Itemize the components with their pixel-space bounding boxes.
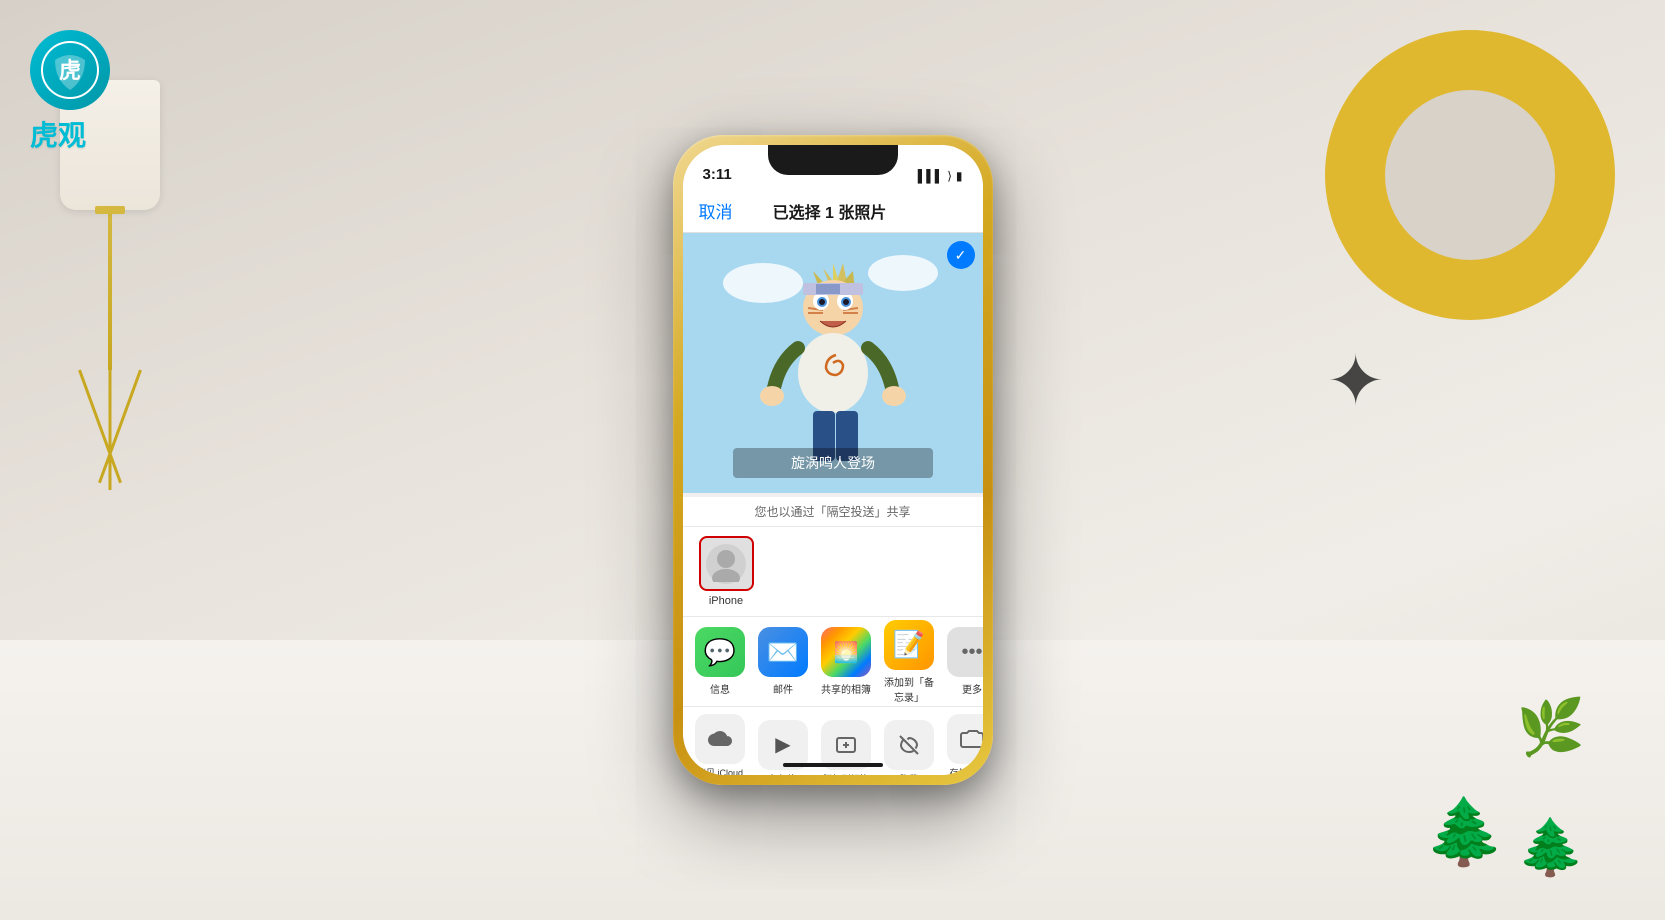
action-hide[interactable]: 隐藏 bbox=[882, 720, 937, 775]
shared-photos-label: 共享的相簿 bbox=[821, 681, 871, 696]
nav-title: 已选择 1 张照片 bbox=[773, 199, 887, 223]
more-label: 更多 bbox=[962, 681, 982, 696]
cancel-button[interactable]: 取消 bbox=[699, 198, 733, 223]
icloud-label: 拷贝 iCloud 链接 bbox=[693, 768, 748, 775]
nav-bar: 取消 已选择 1 张照片 bbox=[683, 189, 983, 233]
airdrop-device[interactable]: iPhone bbox=[699, 536, 754, 607]
photo-preview: 旋涡鸣人登场 ✓ bbox=[683, 233, 983, 493]
share-app-mail[interactable]: ✉️ 邮件 bbox=[756, 627, 811, 696]
status-icons: ▌▌▌ ⟩ ▮ bbox=[918, 169, 963, 183]
svg-text:旋涡鸣人登场: 旋涡鸣人登场 bbox=[791, 455, 875, 471]
action-icloud[interactable]: 拷贝 iCloud 链接 bbox=[693, 714, 748, 775]
pine-branch: 🌿 bbox=[1517, 695, 1585, 760]
share-apps-row: 💬 信息 ✉️ 邮件 🌅 共享的相簿 📝 添加到「备忘录」 ••• 更 bbox=[683, 617, 983, 707]
shared-photos-icon: 🌅 bbox=[821, 627, 871, 677]
slideshow-label: 幻灯片 bbox=[769, 774, 796, 775]
hide-icon bbox=[884, 720, 934, 770]
status-time: 3:11 bbox=[703, 166, 732, 183]
wifi-icon: ⟩ bbox=[947, 169, 952, 183]
svg-text:虎: 虎 bbox=[59, 58, 81, 83]
share-app-notes[interactable]: 📝 添加到「备忘录」 bbox=[882, 620, 937, 704]
airdrop-avatar bbox=[699, 536, 754, 591]
iphone-screen: 3:11 ▌▌▌ ⟩ ▮ 取消 已选择 1 张照片 bbox=[683, 145, 983, 775]
battery-icon: ▮ bbox=[956, 169, 963, 183]
pinecone-1: 🌲 bbox=[1424, 794, 1505, 870]
yellow-ring-decoration bbox=[1325, 30, 1615, 320]
notes-label: 添加到「备忘录」 bbox=[882, 674, 937, 704]
icloud-icon bbox=[695, 714, 745, 764]
mail-icon: ✉️ bbox=[758, 627, 808, 677]
selection-badge: ✓ bbox=[947, 241, 975, 269]
more-icon: ••• bbox=[947, 627, 983, 677]
mail-label: 邮件 bbox=[773, 681, 793, 696]
iphone-frame: 3:11 ▌▌▌ ⟩ ▮ 取消 已选择 1 张照片 bbox=[673, 135, 993, 785]
notes-icon: 📝 bbox=[884, 620, 934, 670]
share-app-more[interactable]: ••• 更多 bbox=[945, 627, 983, 696]
phone: 3:11 ▌▌▌ ⟩ ▮ 取消 已选择 1 张照片 bbox=[673, 135, 993, 785]
hide-label: 隐藏 bbox=[900, 774, 918, 775]
airdrop-section: iPhone bbox=[683, 527, 983, 617]
share-hint-text: 您也以通过「隔空投送」共享 bbox=[754, 503, 910, 520]
messages-label: 信息 bbox=[710, 681, 730, 696]
airdrop-device-name: iPhone bbox=[709, 595, 743, 607]
pinecone-2: 🌲 bbox=[1517, 815, 1585, 880]
action-save-files[interactable]: 存储到「文件」 bbox=[945, 714, 983, 775]
notch bbox=[768, 145, 898, 175]
logo: 虎 虎观 bbox=[30, 30, 150, 130]
share-app-photos[interactable]: 🌅 共享的相簿 bbox=[819, 627, 874, 696]
logo-text: 虎观 bbox=[30, 114, 150, 154]
save-files-label: 存储到「文件」 bbox=[945, 768, 983, 775]
star-decoration: ✦ bbox=[1326, 340, 1385, 422]
save-files-icon bbox=[947, 714, 983, 764]
home-indicator bbox=[783, 763, 883, 767]
add-album-label: 添加到相簿 bbox=[823, 774, 868, 775]
messages-icon: 💬 bbox=[695, 627, 745, 677]
share-app-messages[interactable]: 💬 信息 bbox=[693, 627, 748, 696]
share-prompt: 您也以通过「隔空投送」共享 bbox=[683, 497, 983, 527]
signal-icon: ▌▌▌ bbox=[918, 169, 944, 183]
